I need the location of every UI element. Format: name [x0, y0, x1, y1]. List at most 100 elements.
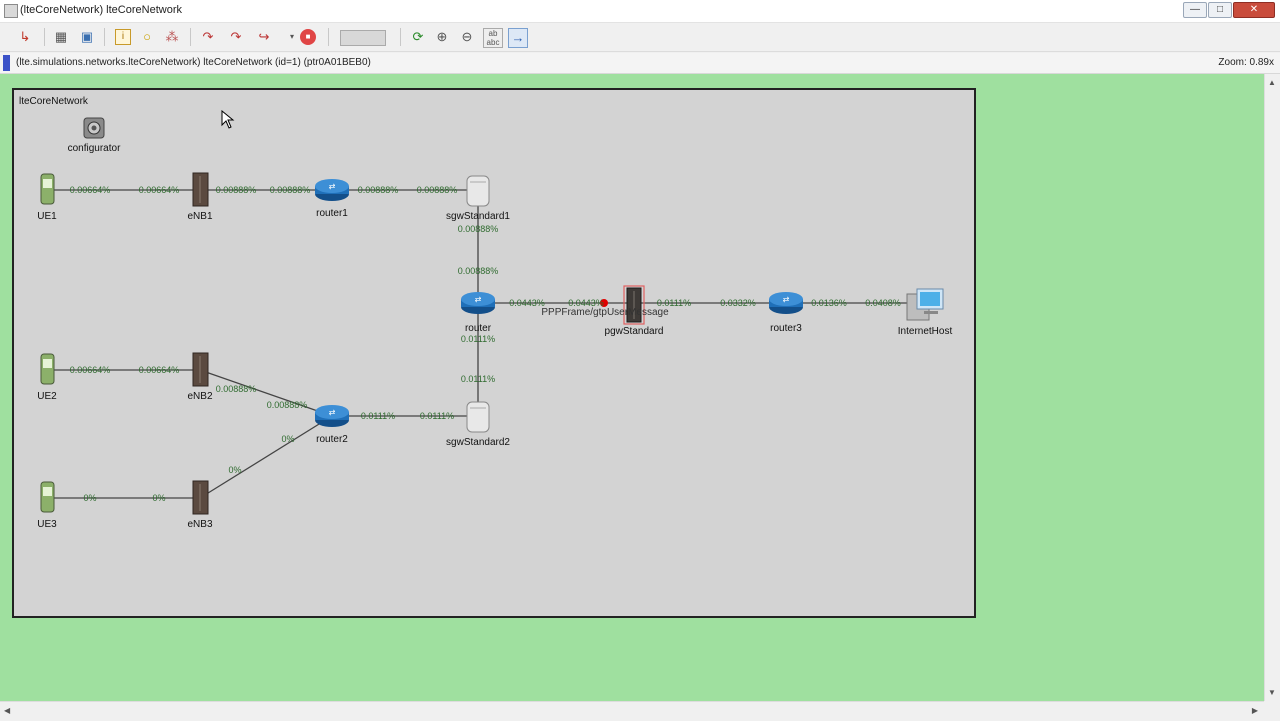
mouse-cursor-icon [221, 110, 235, 129]
scroll-left-icon[interactable]: ◀ [4, 706, 10, 715]
enb2-icon [192, 352, 209, 387]
ue3-icon [40, 481, 55, 513]
configurator-icon [83, 117, 105, 139]
node-label-pgw[interactable]: pgwStandard [605, 326, 664, 337]
toolbar-separator [400, 28, 401, 46]
scroll-up-icon[interactable]: ▲ [1268, 78, 1276, 87]
module-marker [3, 55, 10, 71]
link-label: 0% [152, 493, 165, 503]
node-label-ue2[interactable]: UE2 [37, 391, 56, 402]
link-label: 0.0443% [509, 298, 545, 308]
link-label: 0.0408% [865, 298, 901, 308]
network-module: lteCoreNetwork ⇄ ⇄ ⇄ ⇄ 0.00664% 0.00664%… [12, 88, 976, 618]
internet-host-icon [906, 288, 944, 321]
window-title: (lteCoreNetwork) lteCoreNetwork [20, 4, 182, 16]
network-canvas[interactable]: lteCoreNetwork ⇄ ⇄ ⇄ ⇄ 0.00664% 0.00664%… [0, 74, 1264, 701]
run-step-icon[interactable]: ↳ [16, 28, 34, 46]
svg-text:⇄: ⇄ [329, 408, 336, 417]
pgw-icon [623, 285, 645, 325]
step-icon[interactable]: ↷ [199, 28, 217, 46]
message-name: PPPFrame/gtpUserMessage [541, 307, 669, 318]
info-icon[interactable]: i [115, 29, 131, 45]
scroll-right-icon[interactable]: ▶ [1252, 706, 1258, 715]
inspect-icon[interactable]: ▣ [78, 28, 96, 46]
node-label-enb3[interactable]: eNB3 [187, 519, 212, 530]
link-label: 0.00888% [458, 224, 499, 234]
link-label: 0.00888% [358, 185, 399, 195]
ue2-icon [40, 353, 55, 385]
toolbar-separator [328, 28, 329, 46]
node-label-router3[interactable]: router3 [770, 323, 802, 334]
zoom-in-icon[interactable]: ⊕ [433, 28, 451, 46]
maximize-button[interactable]: □ [1208, 2, 1232, 18]
router2-icon: ⇄ [315, 405, 349, 427]
grid-icon[interactable]: ▦ [52, 28, 70, 46]
horizontal-scrollbar[interactable]: ◀ ▶ [0, 701, 1264, 721]
sgw1-icon [466, 175, 490, 207]
scroll-down-icon[interactable]: ▼ [1268, 688, 1276, 697]
link-label: 0.0136% [811, 298, 847, 308]
module-path: (lte.simulations.networks.lteCoreNetwork… [16, 57, 371, 68]
link-enb3-router2 [199, 415, 333, 499]
link-label: 0.00888% [417, 185, 458, 195]
zoom-level: Zoom: 0.89x [1218, 57, 1274, 68]
path-bar: (lte.simulations.networks.lteCoreNetwork… [0, 53, 1280, 74]
node-label-sgw2[interactable]: sgwStandard2 [446, 437, 510, 448]
node-label-ue3[interactable]: UE3 [37, 519, 56, 530]
link-label: 0.0111% [461, 374, 495, 384]
minimize-button[interactable]: — [1183, 2, 1207, 18]
link-label: 0% [281, 434, 294, 444]
svg-text:⇄: ⇄ [475, 295, 482, 304]
node-label-internet[interactable]: InternetHost [898, 326, 952, 337]
links [48, 189, 924, 499]
toolbar: ↳ ▦ ▣ i ○ ⁂ ↷ ↷ ↪ ▾ ■ ⟳ ⊕ ⊖ ab abc → [0, 23, 1280, 52]
app-icon [4, 4, 18, 18]
vertical-scrollbar[interactable]: ▲ ▼ [1264, 74, 1280, 701]
link-label: 0% [83, 493, 96, 503]
toolbar-separator [190, 28, 191, 46]
circle-icon[interactable]: ○ [138, 28, 156, 46]
toolbar-separator [44, 28, 45, 46]
node-label-sgw1[interactable]: sgwStandard1 [446, 211, 510, 222]
node-label-ue1[interactable]: UE1 [37, 211, 56, 222]
link-label: 0% [228, 465, 241, 475]
node-label-router2[interactable]: router2 [316, 434, 348, 445]
zoom-out-icon[interactable]: ⊖ [458, 28, 476, 46]
link-label: 0.00888% [267, 400, 308, 410]
fast-run-icon[interactable]: ↪ [255, 28, 273, 46]
toolbar-separator [104, 28, 105, 46]
ue1-icon [40, 173, 55, 205]
refresh-icon[interactable]: ⟳ [409, 28, 427, 46]
link-label: 0.0332% [720, 298, 756, 308]
node-label-enb1[interactable]: eNB1 [187, 211, 212, 222]
link-label: 0.00664% [70, 365, 111, 375]
dropdown-arrow-icon[interactable]: ▾ [283, 28, 301, 46]
stop-icon[interactable]: ■ [300, 29, 316, 45]
enb3-icon [192, 480, 209, 515]
router3-icon: ⇄ [769, 292, 803, 314]
enb1-icon [192, 172, 209, 207]
node-label-configurator[interactable]: configurator [68, 143, 121, 154]
link-label: 0.00664% [70, 185, 111, 195]
link-label: 0.00664% [139, 185, 180, 195]
arrow-icon[interactable]: → [508, 28, 528, 48]
label-icon[interactable]: ab abc [483, 28, 503, 48]
link-label: 0.00888% [216, 384, 257, 394]
close-button[interactable]: ✕ [1233, 2, 1275, 18]
node-label-router[interactable]: router [465, 323, 491, 334]
svg-text:⇄: ⇄ [329, 182, 336, 191]
speed-slider[interactable] [340, 30, 386, 46]
tree-icon[interactable]: ⁂ [163, 28, 181, 46]
run-icon[interactable]: ↷ [227, 28, 245, 46]
link-label: 0.00664% [139, 365, 180, 375]
node-label-enb2[interactable]: eNB2 [187, 391, 212, 402]
link-label: 0.0111% [461, 334, 495, 344]
router1-icon: ⇄ [315, 179, 349, 201]
sgw2-icon [466, 401, 490, 433]
network-graph: ⇄ ⇄ ⇄ ⇄ 0.00664% 0.00664% 0.00888% 0.008… [40, 117, 944, 515]
link-label: 0.0111% [420, 411, 454, 421]
link-label: 0.00888% [216, 185, 257, 195]
node-label-router1[interactable]: router1 [316, 208, 348, 219]
link-label: 0.00888% [458, 266, 499, 276]
svg-text:⇄: ⇄ [783, 295, 790, 304]
